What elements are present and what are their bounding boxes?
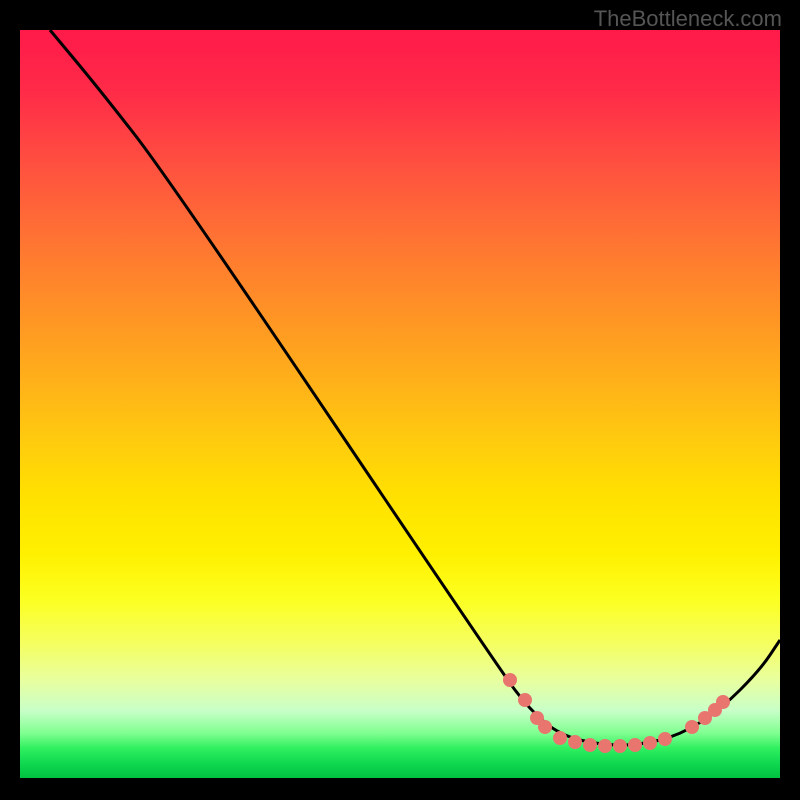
plot-area [20, 30, 780, 778]
curve-path [50, 30, 780, 745]
marker-dot [685, 720, 699, 734]
marker-dot [658, 732, 672, 746]
marker-dot [628, 738, 642, 752]
marker-dot [568, 735, 582, 749]
marker-dot [538, 720, 552, 734]
marker-dot [518, 693, 532, 707]
marker-dot [503, 673, 517, 687]
marker-dot [598, 739, 612, 753]
marker-dot [613, 739, 627, 753]
marker-dot [643, 736, 657, 750]
marker-dot [553, 731, 567, 745]
marker-dot [716, 695, 730, 709]
marker-group [503, 673, 730, 753]
chart-svg [20, 30, 780, 778]
marker-dot [583, 738, 597, 752]
watermark-text: TheBottleneck.com [594, 6, 782, 32]
